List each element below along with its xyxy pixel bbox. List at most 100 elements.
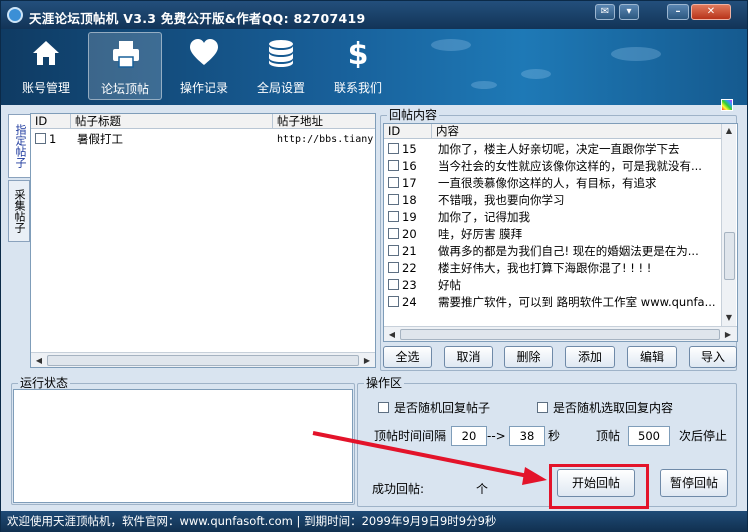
tab-collect-posts[interactable]: 采集帖子 <box>8 180 30 242</box>
delete-button[interactable]: 删除 <box>504 346 553 368</box>
title-bar: 天涯论坛顶帖机 V3.3 免费公开版&作者QQ: 82707419 ✉ ▾ – … <box>1 1 747 29</box>
row-checkbox[interactable] <box>388 262 399 273</box>
row-content: 需要推广软件，可以到 路明软件工作室 www.qunfa... <box>438 295 716 309</box>
reply-hscrollbar[interactable]: ◀ ▶ <box>384 326 737 341</box>
toolbar: 账号管理 论坛顶帖 操作记录 全局设置 $ 联系我们 <box>1 29 747 111</box>
printer-icon <box>113 41 139 68</box>
skin-color-icon[interactable] <box>721 99 733 111</box>
list-item[interactable]: 22 楼主好伟大，我也打算下海跟你混了! ! ! ! <box>384 260 721 277</box>
posts-table: ID 帖子标题 帖子地址 1 暑假打工 http://bbs.tiany ◀ ▶ <box>30 113 376 368</box>
chat-icon[interactable]: ✉ <box>595 4 615 20</box>
row-id: 16 <box>402 159 417 173</box>
column-header[interactable]: 帖子标题 <box>71 114 273 129</box>
row-id: 21 <box>402 244 417 258</box>
row-checkbox[interactable] <box>388 245 399 256</box>
toolbar-global-settings[interactable]: 全局设置 <box>244 32 318 100</box>
row-checkbox[interactable] <box>388 296 399 307</box>
posts-table-header: ID 帖子标题 帖子地址 <box>31 114 375 129</box>
list-item[interactable]: 18 不错哦，我也要向你学习 <box>384 192 721 209</box>
tab-specified-posts[interactable]: 指定帖子 <box>8 114 30 178</box>
close-icon[interactable]: ✕ <box>691 4 731 20</box>
side-tabs: 指定帖子 采集帖子 <box>8 114 30 244</box>
highlight-box <box>549 464 649 509</box>
row-id: 24 <box>402 295 417 309</box>
scroll-thumb[interactable] <box>724 232 735 280</box>
interval-label: 顶帖时间间隔 <box>374 429 447 443</box>
row-checkbox[interactable] <box>388 194 399 205</box>
row-content: 好帖 <box>438 278 461 292</box>
add-button[interactable]: 添加 <box>565 346 615 368</box>
list-item[interactable]: 15 加你了，楼主人好亲切呢，决定一直跟你学下去 <box>384 141 721 158</box>
row-title: 暑假打工 <box>77 132 123 146</box>
row-checkbox[interactable] <box>388 279 399 290</box>
column-header[interactable]: ID <box>384 124 432 139</box>
row-content: 加你了，楼主人好亲切呢，决定一直跟你学下去 <box>438 142 680 156</box>
reply-vscrollbar[interactable]: ▲ ▼ <box>721 124 736 326</box>
status-bar: 欢迎使用天涯顶帖机，软件官网：www.qunfasoft.com | 到期时间：… <box>1 511 747 532</box>
interval-to-input[interactable]: 38 <box>509 426 545 446</box>
scroll-right-icon[interactable]: ▶ <box>722 329 734 340</box>
toolbar-account-manage[interactable]: 账号管理 <box>9 32 83 100</box>
random-post-checkbox[interactable] <box>378 402 389 413</box>
toolbar-operation-log[interactable]: 操作记录 <box>167 32 241 100</box>
random-content-checkbox[interactable] <box>537 402 548 413</box>
menu-icon[interactable]: ▾ <box>619 4 639 20</box>
list-item[interactable]: 24 需要推广软件，可以到 路明软件工作室 www.qunfa... <box>384 294 721 311</box>
list-item[interactable]: 16 当今社会的女性就应该像你这样的，可是我就没有... <box>384 158 721 175</box>
posts-hscrollbar[interactable]: ◀ ▶ <box>31 352 375 367</box>
row-id: 18 <box>402 193 417 207</box>
top-count-input[interactable]: 500 <box>628 426 670 446</box>
scroll-thumb[interactable] <box>47 355 359 366</box>
window-title: 天涯论坛顶帖机 V3.3 免费公开版&作者QQ: 82707419 <box>29 11 366 26</box>
row-content: 哇，好厉害 膜拜 <box>438 227 523 241</box>
list-item[interactable]: 17 一直很羡慕像你这样的人，有目标，有追求 <box>384 175 721 192</box>
list-item[interactable]: 23 好帖 <box>384 277 721 294</box>
row-checkbox[interactable] <box>388 177 399 188</box>
row-id: 1 <box>49 132 57 146</box>
app-logo-icon <box>7 7 23 23</box>
toolbar-contact-us[interactable]: $ 联系我们 <box>321 32 395 100</box>
column-header[interactable]: 内容 <box>432 124 721 139</box>
interval-from-input[interactable]: 20 <box>451 426 487 446</box>
list-item[interactable]: 20 哇，好厉害 膜拜 <box>384 226 721 243</box>
column-header[interactable]: 帖子地址 <box>273 114 375 129</box>
scroll-thumb[interactable] <box>400 329 720 340</box>
list-item[interactable]: 21 做再多的都是为我们自己! 现在的婚姻法更是在为... <box>384 243 721 260</box>
cancel-button[interactable]: 取消 <box>444 346 493 368</box>
scroll-left-icon[interactable]: ◀ <box>386 329 398 340</box>
list-item[interactable]: 19 加你了，记得加我 <box>384 209 721 226</box>
fish-decoration <box>431 39 471 51</box>
coins-icon <box>269 40 293 67</box>
top-count-suffix: 次后停止 <box>679 429 728 443</box>
row-checkbox[interactable] <box>388 143 399 154</box>
row-checkbox[interactable] <box>388 211 399 222</box>
scroll-left-icon[interactable]: ◀ <box>33 355 45 366</box>
row-checkbox[interactable] <box>388 160 399 171</box>
minimize-icon[interactable]: – <box>667 4 689 20</box>
select-all-button[interactable]: 全选 <box>383 346 432 368</box>
toolbar-label: 联系我们 <box>333 81 382 95</box>
toolbar-label: 全局设置 <box>256 81 305 95</box>
success-unit: 个 <box>476 482 489 496</box>
run-status-log <box>13 389 353 503</box>
scroll-up-icon[interactable]: ▲ <box>723 125 735 137</box>
scroll-down-icon[interactable]: ▼ <box>723 312 735 324</box>
pause-reply-button[interactable]: 暂停回帖 <box>660 469 728 497</box>
scroll-right-icon[interactable]: ▶ <box>361 355 373 366</box>
column-header[interactable]: ID <box>31 114 71 129</box>
toolbar-label: 操作记录 <box>179 81 228 95</box>
operations-title: 操作区 <box>364 376 405 390</box>
fish-decoration <box>611 47 661 61</box>
toolbar-forum-bump[interactable]: 论坛顶帖 <box>88 32 162 100</box>
import-button[interactable]: 导入 <box>689 346 737 368</box>
row-checkbox[interactable] <box>35 133 46 144</box>
reply-table-header: ID 内容 <box>384 124 721 139</box>
svg-text:$: $ <box>348 38 369 68</box>
row-checkbox[interactable] <box>388 228 399 239</box>
edit-button[interactable]: 编辑 <box>627 346 677 368</box>
row-id: 20 <box>402 227 417 241</box>
success-label: 成功回帖: <box>372 482 425 496</box>
reply-content-table: ID 内容 15 加你了，楼主人好亲切呢，决定一直跟你学下去 16 当今社会的女性就应… <box>383 123 738 342</box>
table-row[interactable]: 1 暑假打工 http://bbs.tiany <box>31 131 375 148</box>
interval-unit: 秒 <box>548 429 561 443</box>
